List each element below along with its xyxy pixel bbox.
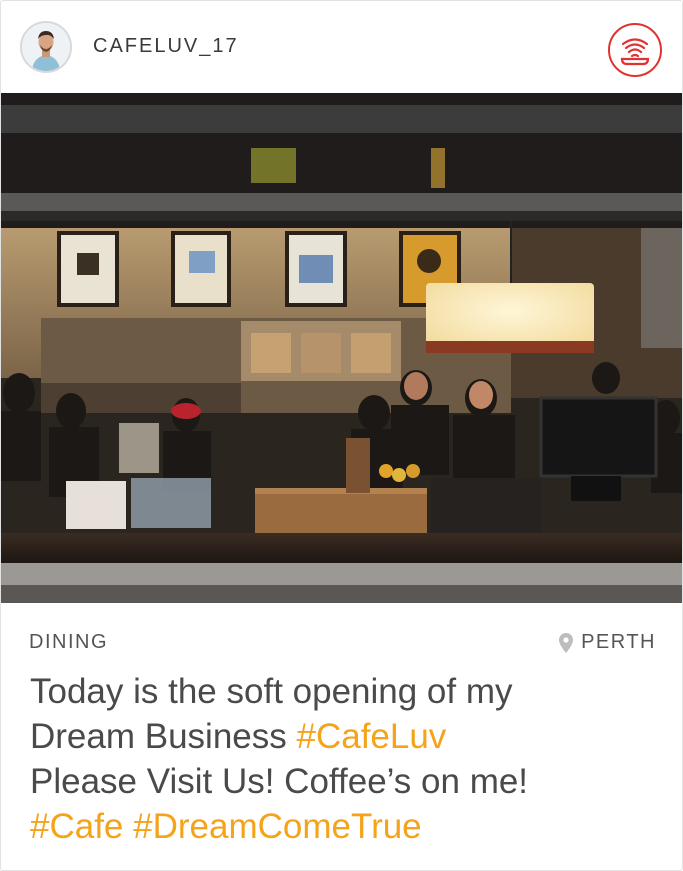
cafe-interior-image [1, 93, 682, 603]
post-photo[interactable] [1, 93, 682, 603]
post-card: CAFELUV_17 DINING PERTH Today is the sof… [0, 0, 683, 871]
caption-line-4: #Cafe #DreamComeTrue [30, 804, 670, 849]
hashtag-separator [123, 807, 133, 846]
rss-feed-icon[interactable] [608, 23, 662, 77]
caption-line-1: Today is the soft opening of my [30, 672, 513, 711]
location-label: PERTH [581, 631, 656, 653]
caption-line-3: Please Visit Us! Coffee’s on me! [30, 762, 529, 801]
user-avatar[interactable] [20, 21, 72, 73]
post-caption: Today is the soft opening of my Dream Bu… [30, 669, 670, 849]
hashtag-cafeluv[interactable]: #CafeLuv [296, 717, 446, 756]
username[interactable]: CAFELUV_17 [93, 35, 239, 58]
hashtag-cafe[interactable]: #Cafe [30, 807, 123, 846]
map-pin-icon [559, 632, 574, 653]
caption-line-2: Dream Business #CafeLuv [30, 714, 670, 759]
post-header: CAFELUV_17 [1, 1, 682, 93]
avatar-portrait [22, 23, 70, 71]
post-location[interactable]: PERTH [559, 631, 656, 654]
post-category[interactable]: DINING [29, 631, 108, 654]
caption-text: Dream Business [30, 717, 297, 756]
hashtag-dreamcometrue[interactable]: #DreamComeTrue [133, 807, 422, 846]
